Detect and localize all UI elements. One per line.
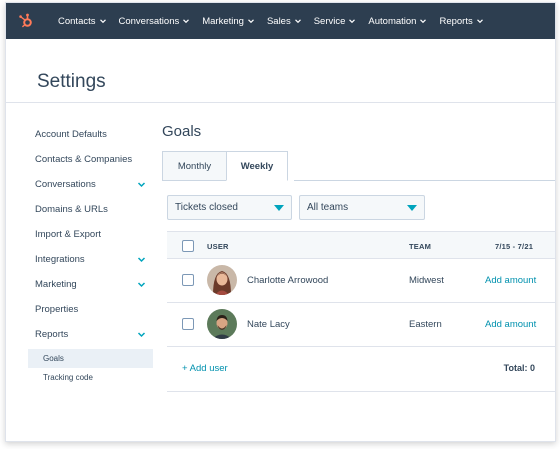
tabs-divider bbox=[294, 180, 555, 181]
chevron-down-icon bbox=[294, 19, 301, 24]
sidebar-item-domains-urls[interactable]: Domains & URLs bbox=[35, 204, 108, 215]
chevron-down-icon bbox=[420, 19, 427, 24]
select-all-checkbox[interactable] bbox=[182, 240, 194, 252]
table-row: Charlotte Arrowood Midwest Add amount bbox=[167, 259, 555, 303]
chevron-down-icon[interactable] bbox=[137, 330, 146, 339]
row-checkbox[interactable] bbox=[182, 274, 194, 286]
tab-monthly[interactable]: Monthly bbox=[162, 151, 226, 181]
chevron-down-icon[interactable] bbox=[137, 255, 146, 264]
avatar bbox=[207, 265, 237, 295]
sidebar-item-integrations[interactable]: Integrations bbox=[35, 254, 85, 265]
row-checkbox[interactable] bbox=[182, 318, 194, 330]
user-name: Charlotte Arrowood bbox=[247, 275, 329, 286]
sidebar-subitem-tracking-code[interactable]: Tracking code bbox=[43, 373, 93, 382]
top-navigation: Contacts Conversations Marketing Sales S… bbox=[6, 3, 555, 39]
table-footer-divider bbox=[167, 391, 555, 392]
add-amount-link[interactable]: Add amount bbox=[485, 275, 536, 286]
tab-weekly[interactable]: Weekly bbox=[226, 151, 288, 181]
chevron-down-icon bbox=[476, 19, 483, 24]
nav-marketing[interactable]: Marketing bbox=[202, 16, 255, 27]
column-header-team: TEAM bbox=[409, 242, 432, 251]
hubspot-sprocket-icon[interactable] bbox=[6, 3, 46, 39]
chevron-down-icon bbox=[183, 19, 190, 24]
nav-contacts[interactable]: Contacts bbox=[58, 16, 107, 27]
caret-down-icon bbox=[274, 205, 284, 211]
team-dropdown-value: All teams bbox=[307, 202, 349, 213]
user-name: Nate Lacy bbox=[247, 319, 290, 330]
nav-sales[interactable]: Sales bbox=[267, 16, 302, 27]
chevron-down-icon bbox=[99, 19, 106, 24]
caret-down-icon bbox=[407, 205, 417, 211]
sidebar-item-reports[interactable]: Reports bbox=[35, 329, 68, 340]
add-user-link[interactable]: + Add user bbox=[182, 363, 228, 374]
table-header: USER TEAM 7/15 - 7/21 bbox=[167, 231, 555, 259]
sidebar-subitem-goals[interactable]: Goals bbox=[43, 354, 64, 363]
sidebar-item-conversations[interactable]: Conversations bbox=[35, 179, 96, 190]
team-dropdown[interactable]: All teams bbox=[299, 195, 425, 220]
period-tabs: Monthly Weekly bbox=[162, 151, 288, 181]
metric-dropdown-value: Tickets closed bbox=[175, 202, 238, 213]
total-value: Total: 0 bbox=[503, 363, 535, 373]
avatar bbox=[207, 309, 237, 339]
goals-title: Goals bbox=[162, 123, 202, 140]
nav-reports[interactable]: Reports bbox=[439, 16, 483, 27]
app-window: Contacts Conversations Marketing Sales S… bbox=[5, 2, 556, 442]
sidebar-item-import-export[interactable]: Import & Export bbox=[35, 229, 101, 240]
chevron-down-icon bbox=[248, 19, 254, 24]
sidebar-item-account-defaults[interactable]: Account Defaults bbox=[35, 129, 107, 140]
chevron-down-icon[interactable] bbox=[137, 180, 146, 189]
column-header-date-range: 7/15 - 7/21 bbox=[495, 242, 534, 251]
page-title: Settings bbox=[37, 71, 106, 92]
add-amount-link[interactable]: Add amount bbox=[485, 319, 536, 330]
chevron-down-icon bbox=[349, 19, 356, 24]
column-header-user: USER bbox=[207, 242, 229, 251]
chevron-down-icon[interactable] bbox=[137, 280, 146, 289]
user-team: Eastern bbox=[409, 319, 442, 330]
settings-sidebar: Account Defaults Contacts & Companies Co… bbox=[6, 103, 156, 441]
sidebar-item-marketing[interactable]: Marketing bbox=[35, 279, 77, 290]
sidebar-item-properties[interactable]: Properties bbox=[35, 304, 78, 315]
nav-conversations[interactable]: Conversations bbox=[119, 16, 191, 27]
goals-panel: Goals Monthly Weekly Tickets closed All … bbox=[156, 103, 555, 441]
metric-dropdown[interactable]: Tickets closed bbox=[167, 195, 292, 220]
settings-header: Settings bbox=[6, 39, 555, 103]
user-team: Midwest bbox=[409, 275, 444, 286]
sidebar-item-contacts-companies[interactable]: Contacts & Companies bbox=[35, 154, 132, 165]
nav-automation[interactable]: Automation bbox=[368, 16, 427, 27]
table-row: Nate Lacy Eastern Add amount bbox=[167, 303, 555, 347]
nav-service[interactable]: Service bbox=[314, 16, 357, 27]
